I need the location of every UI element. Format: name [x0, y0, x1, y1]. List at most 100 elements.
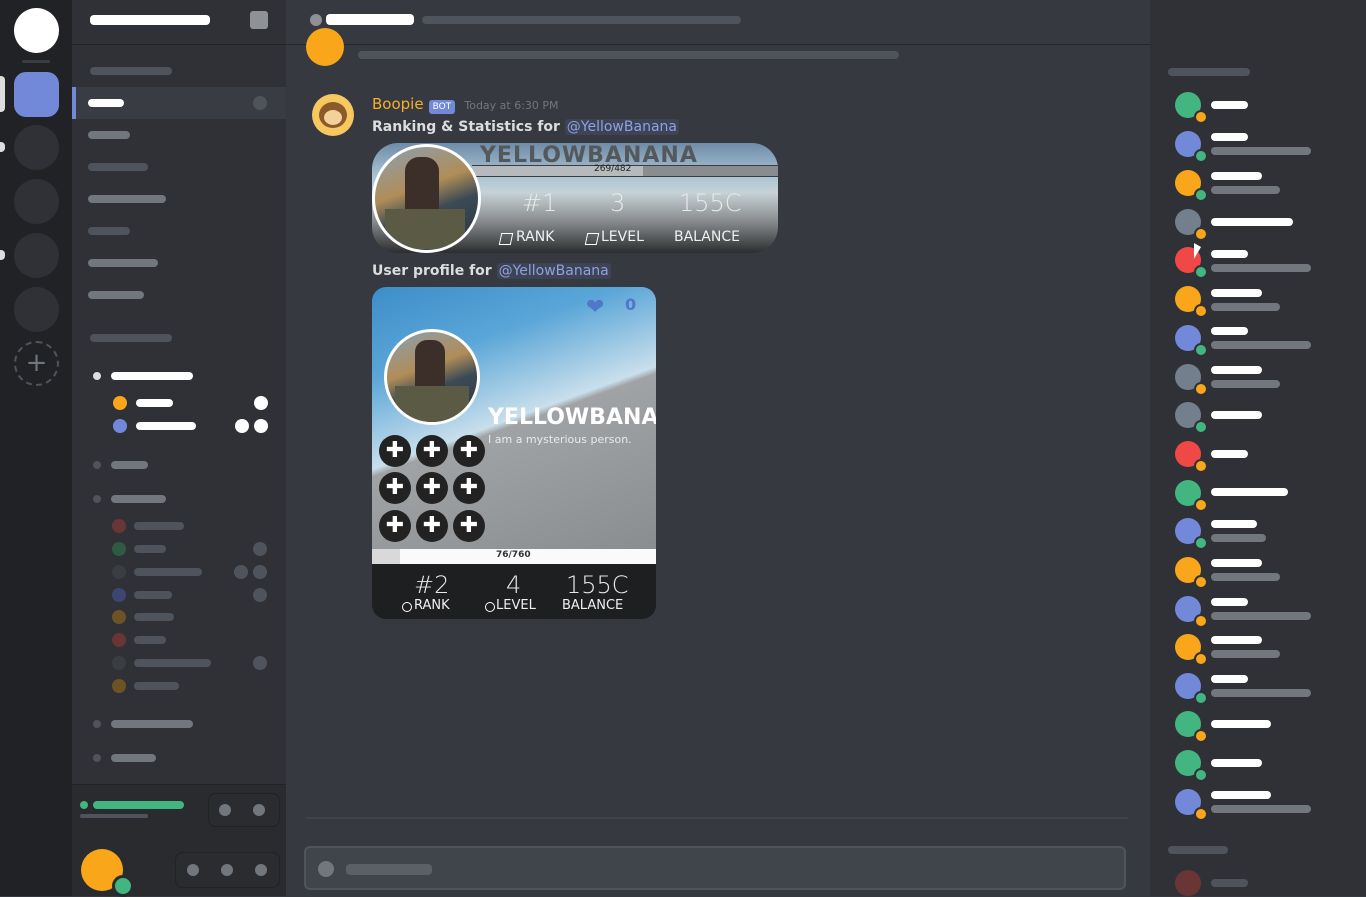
plus-icon[interactable]: +: [14, 341, 59, 386]
member-activity-placeholder: [1211, 573, 1280, 581]
avatar[interactable]: [1175, 870, 1201, 896]
voice-user-placeholder[interactable]: [134, 568, 202, 576]
deafen-icon: [254, 419, 268, 433]
selected-channel[interactable]: [72, 87, 286, 119]
member-name-placeholder[interactable]: [1211, 133, 1248, 141]
member-name-placeholder[interactable]: [1211, 450, 1248, 458]
member-name-placeholder[interactable]: [1211, 636, 1262, 644]
member-name-placeholder[interactable]: [1211, 172, 1262, 180]
voice-channel-placeholder[interactable]: [111, 754, 156, 762]
member-name-placeholder[interactable]: [1211, 327, 1248, 335]
status-idle-icon: [1194, 729, 1208, 743]
member-name-placeholder[interactable]: [1211, 759, 1262, 767]
member-activity-placeholder: [1211, 689, 1311, 697]
avatar[interactable]: [306, 28, 344, 66]
avatar: [112, 542, 126, 556]
mute-icon: [235, 419, 249, 433]
member-name-placeholder[interactable]: [1211, 675, 1248, 683]
headphones-icon[interactable]: [221, 864, 233, 876]
channel-placeholder[interactable]: [88, 131, 130, 139]
voice-user-placeholder[interactable]: [134, 591, 172, 599]
status-online-icon: [112, 875, 134, 897]
voice-status-panel: [72, 784, 286, 833]
dropdown-icon[interactable]: [250, 11, 268, 29]
channel-placeholder[interactable]: [88, 291, 144, 299]
server-icon[interactable]: [14, 287, 59, 332]
voice-channel-placeholder[interactable]: [111, 720, 193, 728]
member-name-placeholder[interactable]: [1211, 101, 1248, 109]
member-name-placeholder[interactable]: [1211, 366, 1262, 374]
server-icon[interactable]: [14, 233, 59, 278]
member-name-placeholder[interactable]: [1211, 488, 1288, 496]
mouse-cursor-icon: [1194, 243, 1201, 259]
member-activity-placeholder: [1211, 650, 1280, 658]
bot-avatar[interactable]: [312, 94, 354, 136]
status-idle-icon: [1194, 614, 1208, 628]
member-activity-placeholder: [1211, 805, 1311, 813]
message-input[interactable]: [304, 846, 1126, 890]
channel-topbar: [286, 0, 1150, 45]
voice-channel-icon: [93, 754, 101, 762]
cube-icon: [498, 233, 514, 245]
mic-icon[interactable]: [187, 864, 199, 876]
avatar: [112, 610, 126, 624]
user-panel: [72, 832, 286, 897]
voice-channel-placeholder[interactable]: [111, 372, 193, 380]
voice-channel-sub-placeholder: [80, 814, 148, 818]
screen-share-icon[interactable]: [219, 804, 231, 816]
channel-placeholder[interactable]: [88, 195, 166, 203]
channel-placeholder[interactable]: [88, 163, 148, 171]
server-icon-active[interactable]: [14, 72, 59, 117]
gear-icon[interactable]: [255, 864, 267, 876]
member-name-placeholder[interactable]: [1211, 250, 1248, 258]
voice-user-placeholder[interactable]: [134, 659, 211, 667]
member-name-placeholder[interactable]: [1211, 218, 1293, 226]
voice-user-placeholder[interactable]: [134, 636, 166, 644]
server-header[interactable]: [72, 0, 286, 45]
status-idle-icon: [1194, 304, 1208, 318]
member-name-placeholder[interactable]: [1211, 720, 1271, 728]
member-name-placeholder[interactable]: [1211, 411, 1262, 419]
server-icon[interactable]: [14, 125, 59, 170]
message-line: Ranking & Statistics for @YellowBanana: [372, 119, 679, 135]
voice-user-placeholder[interactable]: [134, 613, 174, 621]
member-name-placeholder[interactable]: [1211, 289, 1262, 297]
timestamp[interactable]: Today at 6:30 PM: [464, 99, 558, 112]
member-name-placeholder[interactable]: [1211, 879, 1248, 887]
voice-user-placeholder[interactable]: [134, 522, 184, 530]
badge-slot: ✚: [416, 435, 448, 467]
settings-icon[interactable]: [253, 96, 267, 110]
member-name-placeholder[interactable]: [1211, 520, 1257, 528]
globe-icon: [485, 602, 495, 612]
profile-username: YELLOWBANANA: [488, 405, 656, 430]
channel-name-placeholder: [88, 99, 124, 107]
voice-channel-placeholder[interactable]: [111, 461, 148, 469]
channel-placeholder[interactable]: [88, 227, 130, 235]
member-name-placeholder[interactable]: [1211, 559, 1262, 567]
disconnect-icon[interactable]: [253, 804, 265, 816]
xp-bar-fill: [372, 549, 401, 564]
channel-placeholder[interactable]: [88, 259, 158, 267]
user-mention[interactable]: @YellowBanana: [564, 119, 679, 135]
status-idle-icon: [1194, 459, 1208, 473]
member-name-placeholder[interactable]: [1211, 598, 1248, 606]
author-name[interactable]: Boopie: [372, 95, 424, 113]
user-mention[interactable]: @YellowBanana: [496, 263, 611, 279]
server-icon[interactable]: [14, 179, 59, 224]
voice-user-placeholder[interactable]: [134, 545, 166, 553]
home-button[interactable]: [14, 8, 59, 53]
avatar: [112, 656, 126, 670]
building-shape: [395, 386, 469, 422]
status-online-icon: [1194, 188, 1208, 202]
xp-text: 269/482: [594, 164, 632, 174]
profile-card-image[interactable]: ❤ 0 YELLOWBANANA I am a mysterious perso…: [372, 287, 656, 619]
voice-user-placeholder[interactable]: [136, 399, 173, 407]
voice-user-placeholder[interactable]: [134, 682, 179, 690]
avatar: [113, 419, 127, 433]
voice-user-placeholder[interactable]: [136, 422, 196, 430]
unread-pill: [0, 142, 5, 152]
voice-channel-placeholder[interactable]: [111, 495, 166, 503]
upload-icon[interactable]: [318, 861, 334, 877]
member-name-placeholder[interactable]: [1211, 791, 1271, 799]
member-activity-placeholder: [1211, 612, 1311, 620]
